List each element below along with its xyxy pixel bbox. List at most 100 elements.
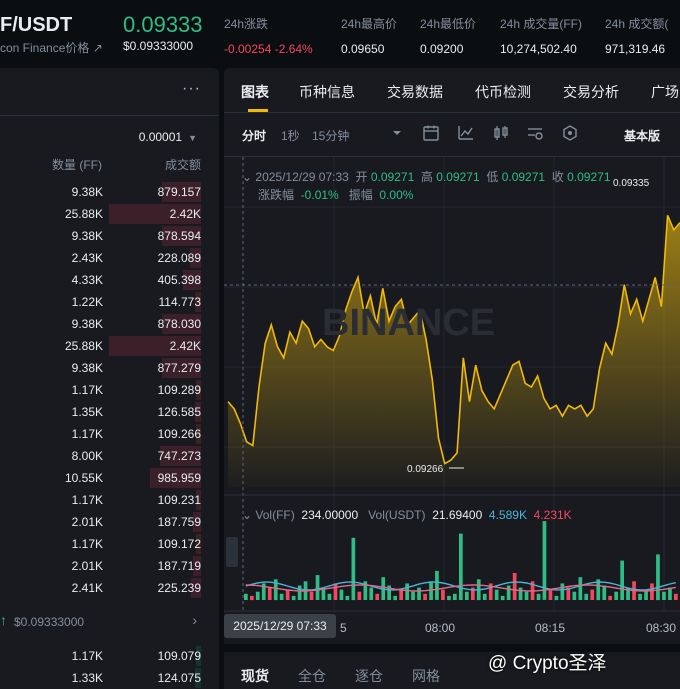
volume-bar <box>351 537 356 601</box>
ask-row[interactable]: 2.41K 225.239 <box>0 577 219 599</box>
ask-row[interactable]: 1.17K 109.231 <box>0 489 219 511</box>
bid-row[interactable]: 1.17K 109.079 <box>0 645 219 667</box>
tab-token-check[interactable]: 代币检测 <box>475 82 531 102</box>
volume-bar <box>291 595 296 601</box>
volume-bar <box>674 593 678 600</box>
stat-value: 10,274,502.40 <box>500 42 577 56</box>
calendar-icon[interactable] <box>422 124 440 142</box>
vol-ff-label: Vol(FF) <box>255 508 295 522</box>
chart-settings-icon[interactable] <box>526 124 544 142</box>
row-total: 2.42K <box>169 339 201 353</box>
close-value: 0.09271 <box>567 170 611 184</box>
volume-bar <box>357 591 362 600</box>
ohlc-date: 2025/12/29 07:33 <box>255 170 349 184</box>
price-chart[interactable]: BINANCE 0.09266 0.09335 <box>224 157 680 612</box>
volume-bar <box>255 591 260 600</box>
volume-bar <box>345 595 350 601</box>
ask-row[interactable]: 1.17K 109.289 <box>0 379 219 401</box>
volume-bar <box>279 593 284 600</box>
bid-row[interactable]: 1.33K 124.075 <box>0 667 219 689</box>
ask-row[interactable]: 25.88K 2.42K <box>0 335 219 357</box>
ask-row[interactable]: 9.38K 878.030 <box>0 313 219 335</box>
ask-row[interactable]: 1.17K 109.172 <box>0 533 219 555</box>
indicator-icon[interactable] <box>457 124 475 142</box>
time-tick: 5 <box>340 621 347 635</box>
ask-row[interactable]: 1.22K 114.773 <box>0 291 219 313</box>
chart-mode-basic[interactable]: 基本版 <box>624 127 660 144</box>
ask-row[interactable]: 2.01K 187.719 <box>0 555 219 577</box>
tick-size-select[interactable]: 0.00001 ▼ <box>139 130 197 144</box>
close-label: 收 <box>551 170 564 184</box>
low-value: 0.09271 <box>501 170 546 184</box>
tab-coin-info[interactable]: 币种信息 <box>299 82 355 102</box>
tab-grid[interactable]: 网格 <box>412 666 440 686</box>
ask-row[interactable]: 8.00K 747.273 <box>0 445 219 467</box>
ask-row[interactable]: 2.43K 228.089 <box>0 247 219 269</box>
more-options-icon[interactable]: ··· <box>182 80 201 98</box>
volume-bar <box>315 575 320 600</box>
interval-dropdown-icon[interactable] <box>388 124 406 142</box>
interval-time-share[interactable]: 分时 <box>242 127 266 144</box>
volume-bar <box>638 593 642 600</box>
ask-row[interactable]: 9.38K 878.594 <box>0 225 219 247</box>
last-price-usd: $0.09333000 <box>123 39 194 53</box>
column-header-total: 成交额 <box>164 158 201 172</box>
interval-15m[interactable]: 15分钟 <box>312 127 349 144</box>
row-total: 877.279 <box>157 361 201 375</box>
row-total: 878.594 <box>157 229 201 243</box>
ask-row[interactable]: 10.55K 985.959 <box>0 467 219 489</box>
candle-type-icon[interactable] <box>492 124 510 142</box>
row-total: 109.079 <box>157 649 201 663</box>
volume-bar <box>662 591 666 600</box>
row-qty: 9.38K <box>71 229 103 243</box>
mid-price-row[interactable]: ↑ $0.09333000 › <box>0 608 219 634</box>
open-label: 开 <box>355 170 368 184</box>
volume-bar <box>369 587 374 600</box>
trading-pair[interactable]: F/USDT <box>0 14 72 37</box>
stat-24h-turnover: 24h 成交额( 971,319.46 <box>605 15 668 56</box>
tab-spot[interactable]: 现货 <box>241 666 269 686</box>
open-value: 0.09271 <box>370 170 415 184</box>
coin-info-link[interactable]: con Finance价格 ↗ <box>0 39 103 56</box>
tab-trade-analysis[interactable]: 交易分析 <box>563 82 619 102</box>
ask-row[interactable]: 9.38K 877.279 <box>0 357 219 379</box>
tab-cross[interactable]: 全仓 <box>298 666 326 686</box>
high-label: 高 <box>420 170 433 184</box>
tab-chart[interactable]: 图表 <box>241 82 269 102</box>
row-qty: 1.22K <box>71 295 103 309</box>
tab-isolated[interactable]: 逐仓 <box>355 666 383 686</box>
interval-1s[interactable]: 1秒 <box>281 127 300 144</box>
volume-bar <box>518 587 523 600</box>
ask-row[interactable]: 4.33K 405.398 <box>0 269 219 291</box>
ask-row[interactable]: 25.88K 2.42K <box>0 203 219 225</box>
tab-square[interactable]: 广场 <box>651 82 679 102</box>
row-qty: 25.88K <box>64 339 103 353</box>
hexagon-tool-icon[interactable] <box>561 124 579 142</box>
ask-row[interactable]: 1.35K 126.585 <box>0 401 219 423</box>
row-qty: 1.17K <box>71 383 103 397</box>
time-tick: 08:00 <box>425 621 456 635</box>
row-qty: 9.38K <box>71 185 103 199</box>
collapse-icon[interactable]: ⌄ <box>242 508 252 522</box>
row-total: 187.719 <box>157 559 201 573</box>
volume-bar <box>602 585 607 600</box>
volume-bar <box>584 593 589 600</box>
row-qty: 1.17K <box>71 427 103 441</box>
stat-24h-high: 24h最高价 0.09650 <box>341 15 397 56</box>
vol-usdt-label: Vol(USDT) <box>368 508 426 522</box>
divider <box>0 115 219 116</box>
volume-bar <box>548 589 553 600</box>
ask-row[interactable]: 1.17K 109.266 <box>0 423 219 445</box>
stat-label: 24h最低价 <box>420 17 477 31</box>
tab-trade-data[interactable]: 交易数据 <box>387 82 443 102</box>
ask-row[interactable]: 2.01K 187.759 <box>0 511 219 533</box>
stat-label: 24h最高价 <box>341 17 398 31</box>
volume-bar <box>578 577 583 600</box>
collapse-icon[interactable]: ⌄ <box>242 170 252 184</box>
row-total: 228.089 <box>157 251 201 265</box>
row-qty: 1.35K <box>71 405 103 419</box>
volume-bar <box>447 595 451 601</box>
volume-bar <box>297 585 302 600</box>
ask-row[interactable]: 9.38K 879.157 <box>0 181 219 203</box>
last-price: 0.09333 <box>123 12 203 37</box>
